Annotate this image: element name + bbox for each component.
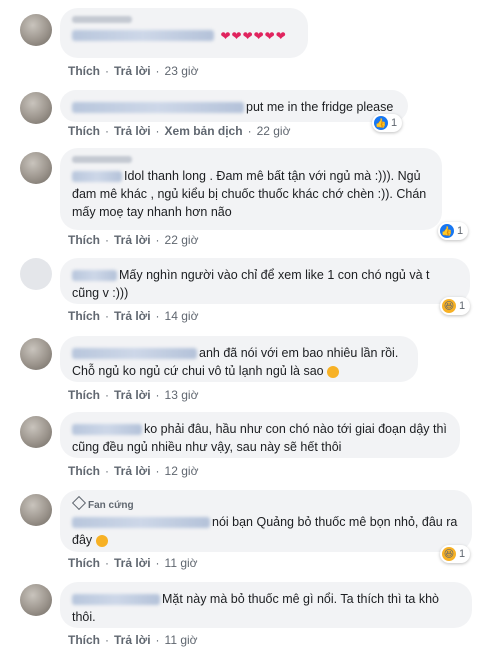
reply-link[interactable]: Trả lời [114,556,151,570]
reaction-summary[interactable]: 👍 1 [372,114,403,132]
fan-badge-blurred [72,16,132,23]
reply-link[interactable]: Trả lời [114,309,151,323]
reaction-count: 1 [459,300,466,312]
avatar[interactable] [20,338,52,370]
comment-actions: Thích · Trả lời · 14 giờ [68,309,199,323]
timestamp[interactable]: 11 giờ [165,556,198,570]
author-name[interactable] [72,424,142,436]
fan-badge-blurred [72,156,132,163]
reaction-count: 1 [457,225,464,237]
reply-link[interactable]: Trả lời [114,633,151,647]
like-link[interactable]: Thích [68,556,100,570]
comment-text: Idol thanh long . Đam mê bất tận với ngủ… [72,169,427,219]
comment-text: ❤❤❤❤❤❤ [220,29,287,43]
reaction-count: 1 [391,117,398,129]
like-link[interactable]: Thích [68,309,100,323]
comment-actions: Thích · Trả lời · 22 giờ [68,233,199,247]
like-link[interactable]: Thích [68,388,100,402]
reaction-summary[interactable]: 👍 1 [438,222,469,240]
author-name[interactable] [72,348,197,360]
comment-bubble: Mặt này mà bỏ thuốc mê gì nổi. Ta thích … [60,582,472,628]
comment-bubble: ko phải đâu, hầu như con chó nào tới gia… [60,412,460,458]
comment-actions: Thích · Trả lời · 11 giờ [68,556,198,570]
comment-bubble: Fan cứng nói bạn Quảng bỏ thuốc mê bọn n… [60,490,472,552]
rolling-eyes-emoji-icon [327,365,340,378]
comment-bubble: Idol thanh long . Đam mê bất tận với ngủ… [60,148,442,230]
comment-actions: Thích · Trả lời · 13 giờ [68,388,199,402]
comment-text: Mấy nghìn người vào chỉ để xem like 1 co… [72,268,430,300]
timestamp[interactable]: 13 giờ [165,388,199,402]
comment-actions: Thích · Trả lời · 11 giờ [68,633,198,647]
timestamp[interactable]: 22 giờ [257,124,291,138]
like-link[interactable]: Thích [68,633,100,647]
diamond-icon [71,495,87,511]
like-link[interactable]: Thích [68,64,100,78]
like-link[interactable]: Thích [68,464,100,478]
comment-actions: Thích · Trả lời · 12 giờ [68,464,199,478]
avatar[interactable] [20,494,52,526]
avatar[interactable] [20,92,52,124]
author-name[interactable] [72,102,244,114]
author-name[interactable] [72,30,214,42]
author-name[interactable] [72,171,122,183]
avatar[interactable] [20,152,52,184]
reaction-summary[interactable]: 😆 1 [440,297,471,315]
timestamp[interactable]: 22 giờ [165,233,199,247]
comment-actions: Thích · Trả lời · 23 giờ [68,64,199,78]
timestamp[interactable]: 23 giờ [165,64,199,78]
reply-link[interactable]: Trả lời [114,388,151,402]
comment-bubble: ❤❤❤❤❤❤ [60,8,308,58]
like-link[interactable]: Thích [68,124,100,138]
reply-link[interactable]: Trả lời [114,124,151,138]
like-reaction-icon: 👍 [440,224,454,238]
timestamp[interactable]: 14 giờ [165,309,199,323]
reply-link[interactable]: Trả lời [114,233,151,247]
reaction-summary[interactable]: 😆 1 [440,545,471,563]
fan-badge: Fan cứng [71,495,460,511]
see-translation-link[interactable]: Xem bản dịch [165,124,243,138]
comment-bubble: Mấy nghìn người vào chỉ để xem like 1 co… [60,258,470,304]
timestamp[interactable]: 12 giờ [165,464,199,478]
comment-text: put me in the fridge please [246,100,394,114]
dizzy-face-emoji-icon [95,534,108,547]
author-name[interactable] [72,270,117,282]
reply-link[interactable]: Trả lời [114,464,151,478]
author-name[interactable] [72,594,160,606]
comment-bubble: anh đã nói với em bao nhiêu lần rồi. Chỗ… [60,336,418,382]
like-reaction-icon: 👍 [374,116,388,130]
haha-reaction-icon: 😆 [442,299,456,313]
avatar[interactable] [20,258,52,290]
like-link[interactable]: Thích [68,233,100,247]
avatar[interactable] [20,584,52,616]
comment-bubble: put me in the fridge please [60,90,408,122]
author-name[interactable] [72,517,210,529]
reply-link[interactable]: Trả lời [114,64,151,78]
comment-actions: Thích · Trả lời · Xem bản dịch · 22 giờ [68,124,291,138]
reaction-count: 1 [459,548,466,560]
avatar[interactable] [20,14,52,46]
timestamp[interactable]: 11 giờ [165,633,198,647]
haha-reaction-icon: 😆 [442,547,456,561]
avatar[interactable] [20,416,52,448]
